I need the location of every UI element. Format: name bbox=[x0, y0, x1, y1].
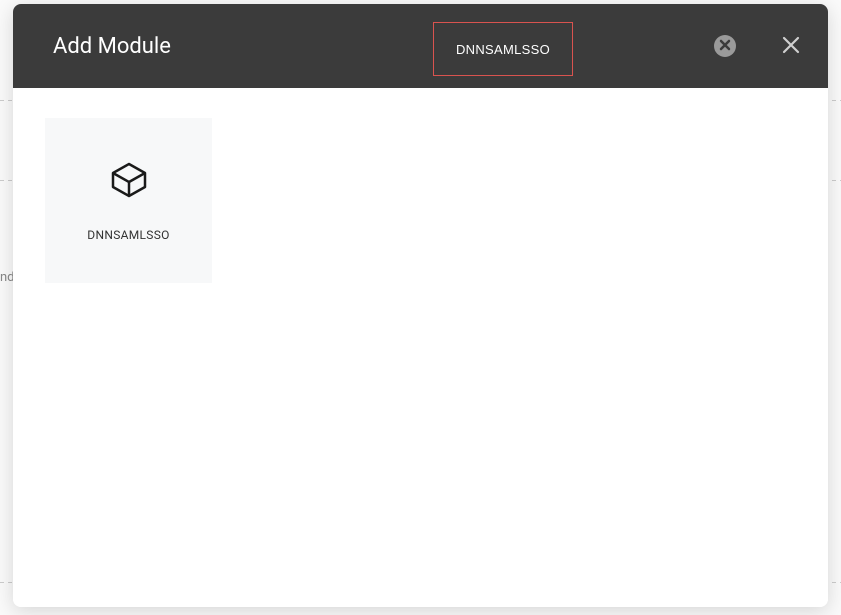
close-icon bbox=[782, 36, 800, 57]
module-search-input[interactable] bbox=[433, 22, 573, 76]
modal-header: Add Module bbox=[13, 4, 828, 88]
close-modal-button[interactable] bbox=[780, 35, 802, 57]
module-label: DNNSAMLSSO bbox=[87, 228, 169, 242]
module-card[interactable]: DNNSAMLSSO bbox=[45, 118, 212, 283]
modal-title: Add Module bbox=[53, 34, 171, 59]
clear-search-button[interactable] bbox=[714, 35, 736, 57]
modal-body: DNNSAMLSSO bbox=[13, 88, 828, 607]
clear-icon bbox=[719, 39, 731, 54]
search-wrapper bbox=[433, 22, 573, 76]
header-actions bbox=[714, 4, 802, 88]
add-module-modal: Add Module bbox=[13, 4, 828, 607]
package-icon bbox=[109, 160, 149, 200]
